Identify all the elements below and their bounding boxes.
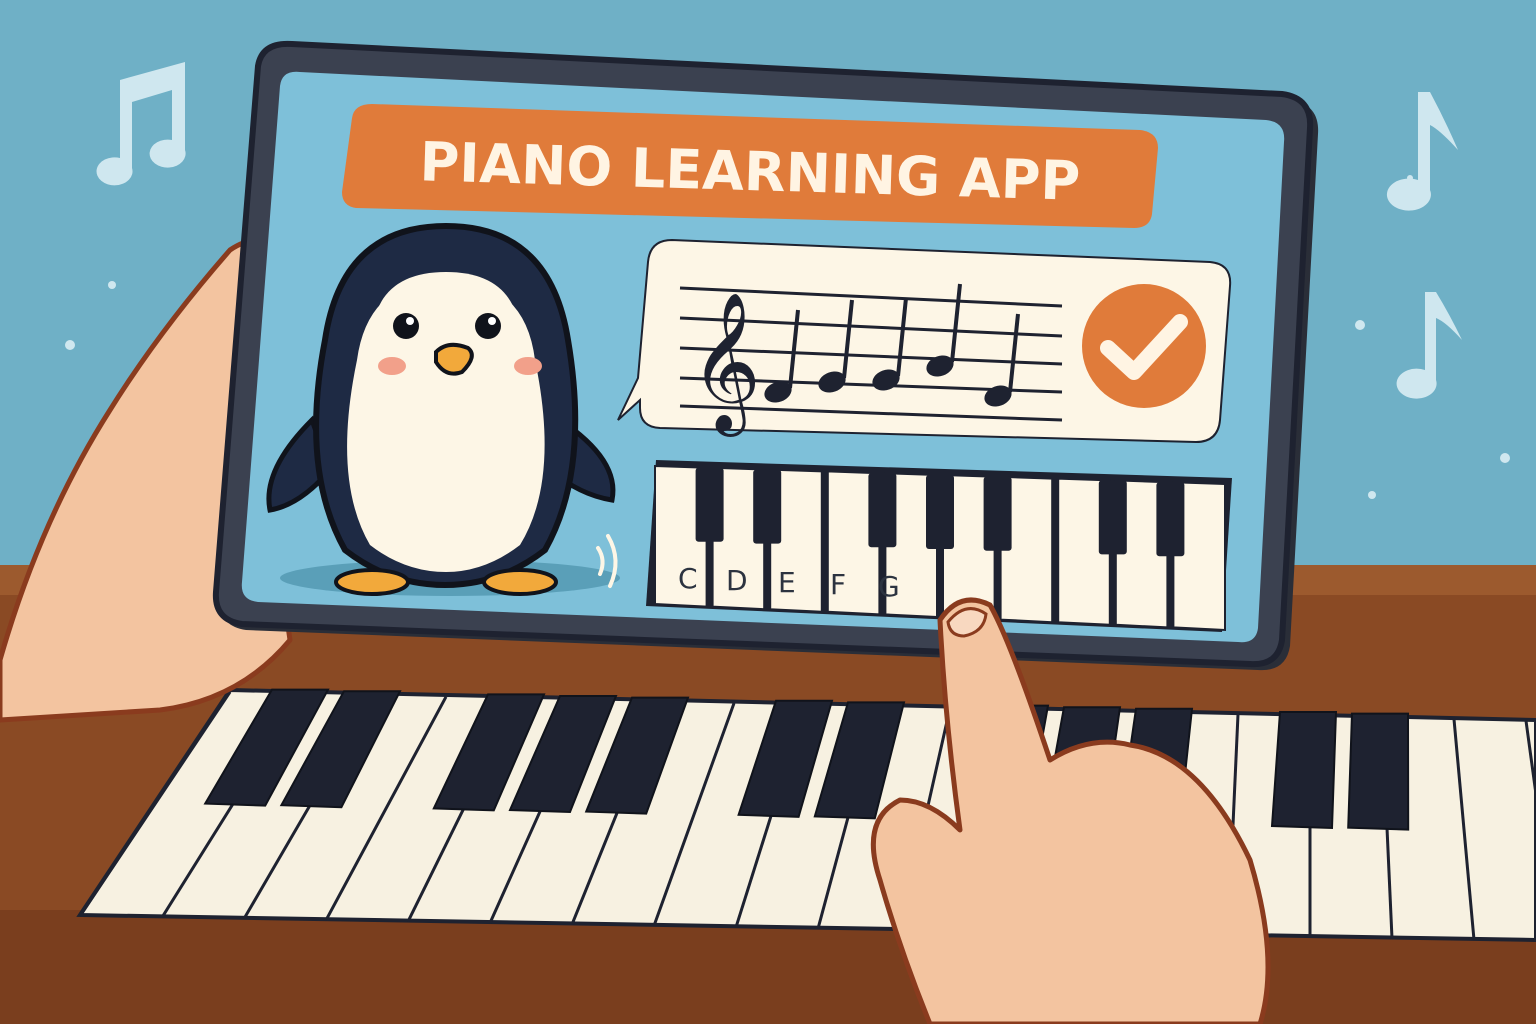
screen-black-key[interactable] — [868, 473, 897, 548]
sparkle-dot — [1355, 320, 1365, 330]
lesson-card: 𝄞 — [617, 238, 1232, 444]
penguin-left-eye — [393, 313, 419, 339]
screen-black-key[interactable] — [983, 476, 1012, 551]
key-label-g: G — [878, 570, 900, 603]
screen-black-key[interactable] — [753, 469, 782, 544]
screen-black-key[interactable] — [926, 475, 954, 549]
key-label-d: D — [726, 564, 748, 597]
penguin-right-cheek — [514, 357, 542, 375]
key-label-e: E — [778, 566, 796, 599]
physical-black-key — [1270, 711, 1338, 830]
correct-answer-badge — [1082, 284, 1206, 408]
screen-black-key[interactable] — [1156, 482, 1185, 557]
sparkle-dot — [108, 281, 116, 289]
physical-black-key — [1347, 712, 1410, 831]
sparkle-dot — [1368, 491, 1376, 499]
penguin-eye-shine — [488, 317, 496, 325]
screen-black-key[interactable] — [695, 467, 724, 542]
sparkle-dot — [65, 340, 75, 350]
screen-black-key[interactable] — [1098, 480, 1127, 555]
penguin-eye-shine — [406, 317, 414, 325]
key-label-f: F — [830, 568, 846, 601]
sparkle-dot — [1407, 175, 1413, 181]
treble-clef-icon: 𝄞 — [690, 292, 761, 437]
on-screen-keyboard[interactable]: C D E F G — [646, 460, 1232, 632]
penguin-right-foot — [482, 568, 558, 596]
penguin-right-eye — [475, 313, 501, 339]
penguin-left-cheek — [378, 357, 406, 375]
sparkle-dot — [1500, 453, 1510, 463]
key-label-c: C — [678, 562, 698, 595]
penguin-beak — [434, 342, 474, 376]
penguin-left-foot — [334, 568, 410, 596]
scene: PIANO LEARNING APP 𝄞 C D E F G — [0, 0, 1536, 1024]
screen-black-keys — [695, 467, 1185, 557]
